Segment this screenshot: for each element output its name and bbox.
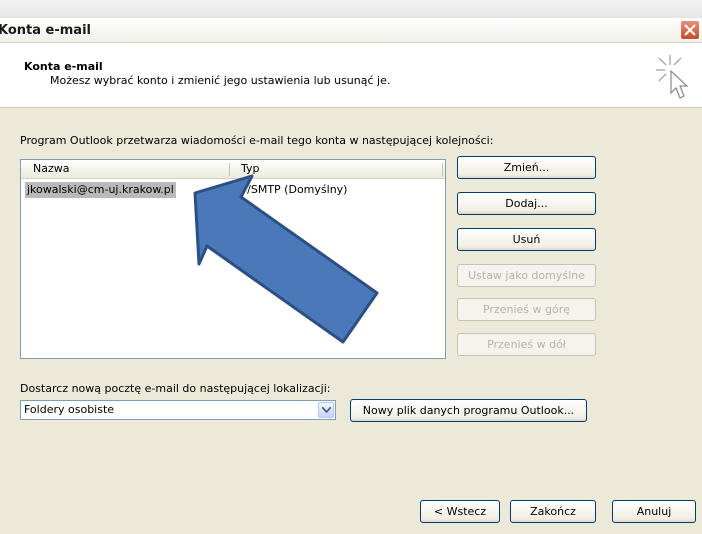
account-type-cell[interactable]: AP/SMTP (Domyślny) [233,182,347,198]
back-button[interactable]: < Wstecz [420,500,500,523]
move-up-button[interactable]: Przenieś w górę [457,298,596,321]
window-title: Konta e-mail [0,23,91,38]
delivery-location-value: Foldery osobiste [24,403,115,416]
account-name-cell[interactable]: jkowalski@cm-uj.krakow.pl [25,182,176,198]
column-divider[interactable] [442,163,443,176]
accounts-list[interactable]: Nazwa Typ jkowalski@cm-uj.krakow.pl AP/S… [20,159,446,359]
add-button[interactable]: Dodaj... [457,192,596,215]
move-down-button[interactable]: Przenieś w dół [457,333,596,356]
list-header: Nazwa Typ [21,160,445,179]
cancel-button[interactable]: Anuluj [612,500,696,523]
header-subtitle: Możesz wybrać konto i zmienić jego ustaw… [50,74,391,87]
set-default-button[interactable]: Ustaw jako domyślne [457,264,596,287]
wizard-cursor-icon [656,55,689,99]
change-button[interactable]: Zmień... [457,156,596,179]
column-header-type[interactable]: Typ [241,162,260,175]
close-button[interactable] [680,20,700,40]
column-header-name[interactable]: Nazwa [33,162,69,175]
close-icon [684,24,696,36]
dropdown-button[interactable] [318,402,334,418]
header-title: Konta e-mail [24,60,103,73]
background-window-strip [0,0,702,18]
chevron-down-icon [322,407,331,413]
delivery-location-select[interactable]: Foldery osobiste [20,400,336,420]
column-divider[interactable] [229,163,230,176]
new-data-file-button[interactable]: Nowy plik danych programu Outlook... [350,399,587,422]
email-accounts-dialog: Konta e-mail Konta e-mail Możesz wybrać … [0,18,702,534]
title-bar: Konta e-mail [0,18,702,43]
remove-button[interactable]: Usuń [457,228,596,251]
delivery-label: Dostarcz nową pocztę e-mail do następują… [20,382,331,395]
finish-button[interactable]: Zakończ [510,500,596,523]
accounts-intro-label: Program Outlook przetwarza wiadomości e-… [20,134,494,147]
wizard-header: Konta e-mail Możesz wybrać konto i zmien… [0,43,702,108]
